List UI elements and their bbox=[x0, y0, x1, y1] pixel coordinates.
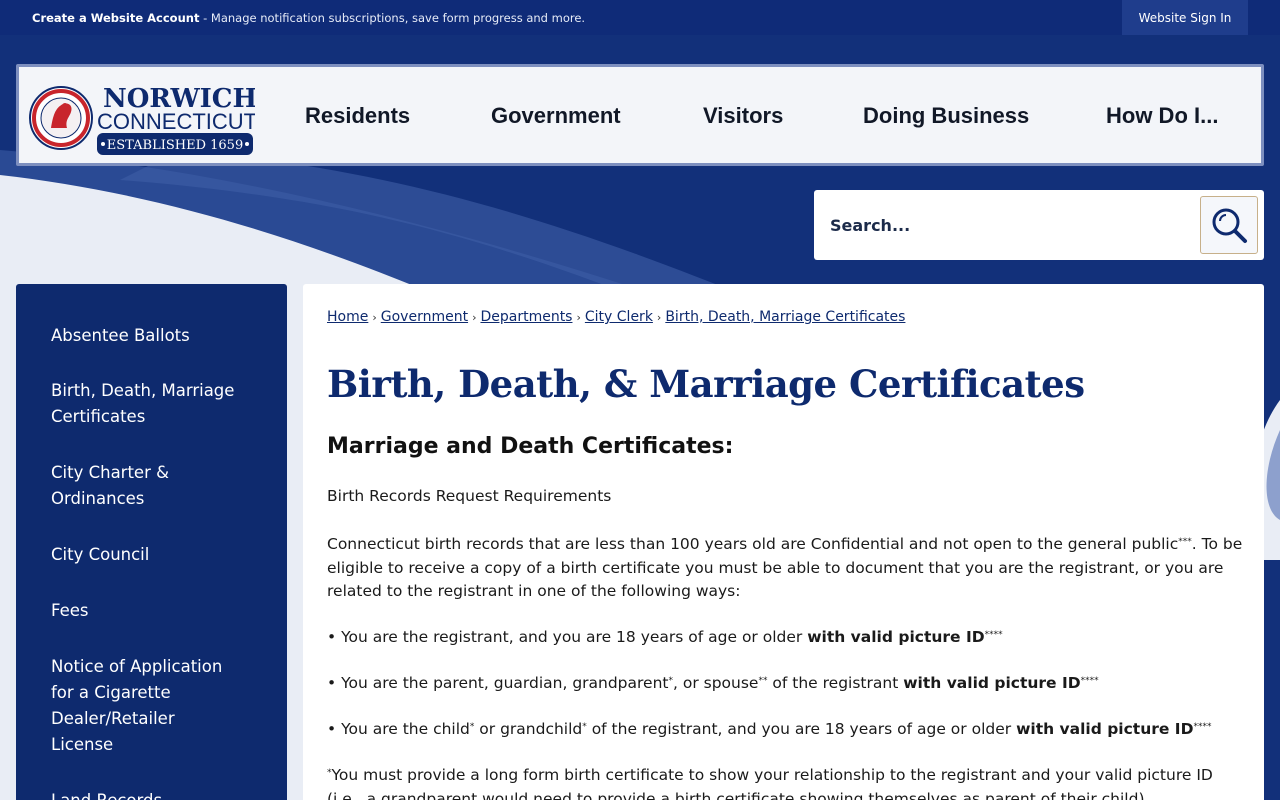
footnote-long-form: *You must provide a long form birth cert… bbox=[327, 766, 1213, 800]
sidebar-item-fees[interactable]: Fees bbox=[51, 598, 251, 624]
search-icon bbox=[1212, 208, 1247, 243]
top-utility-bar: Create a Website Account - Manage notifi… bbox=[0, 0, 1280, 35]
sidebar-item-land-records[interactable]: Land Records bbox=[51, 788, 251, 800]
nav-doing-business[interactable]: Doing Business bbox=[863, 103, 1029, 129]
nav-visitors[interactable]: Visitors bbox=[703, 103, 783, 129]
page-title: Birth, Death, & Marriage Certificates bbox=[327, 362, 1085, 406]
nav-how-do-i[interactable]: How Do I... bbox=[1106, 103, 1218, 129]
breadcrumb-home[interactable]: Home bbox=[327, 309, 368, 325]
logo-line-2: CONNECTICUT bbox=[97, 109, 255, 134]
bullet-registrant: • You are the registrant, and you are 18… bbox=[327, 628, 1003, 646]
breadcrumb-government[interactable]: Government bbox=[381, 309, 468, 325]
site-header: NORWICH CONNECTICUT ESTABLISHED 1659 Res… bbox=[16, 64, 1264, 166]
section-heading: Marriage and Death Certificates: bbox=[327, 434, 734, 459]
paragraph-requirements: Birth Records Request Requirements bbox=[327, 487, 612, 505]
nav-residents[interactable]: Residents bbox=[305, 103, 410, 129]
bullet-child: • You are the child* or grandchild* of t… bbox=[327, 720, 1212, 738]
create-account-link[interactable]: Create a Website Account bbox=[32, 11, 199, 25]
sidebar-item-cigarette-license[interactable]: Notice of Application for a Cigarette De… bbox=[51, 654, 231, 758]
breadcrumb-city-clerk[interactable]: City Clerk bbox=[585, 309, 653, 325]
sidebar-item-city-council[interactable]: City Council bbox=[51, 542, 251, 568]
bullet-parent: • You are the parent, guardian, grandpar… bbox=[327, 674, 1099, 692]
sidebar-item-absentee-ballots[interactable]: Absentee Ballots bbox=[51, 323, 251, 349]
search-box bbox=[814, 190, 1264, 260]
breadcrumb: Home › Government › Departments › City Clerk › B… bbox=[327, 309, 906, 325]
paragraph-confidential: Connecticut birth records that are less … bbox=[327, 535, 1243, 600]
search-input[interactable] bbox=[830, 208, 1190, 242]
sidebar-item-certificates[interactable]: Birth, Death, Marriage Certificates bbox=[51, 378, 251, 430]
nav-government[interactable]: Government bbox=[491, 103, 621, 129]
sidebar-item-city-charter[interactable]: City Charter & Ordinances bbox=[51, 460, 251, 512]
norwich-logo[interactable]: NORWICH CONNECTICUT ESTABLISHED 1659 bbox=[27, 72, 257, 162]
account-description: - Manage notification subscriptions, sav… bbox=[199, 11, 586, 25]
account-notice: Create a Website Account - Manage notifi… bbox=[32, 11, 585, 25]
logo-line-3: ESTABLISHED 1659 bbox=[107, 138, 243, 153]
website-sign-in-button[interactable]: Website Sign In bbox=[1122, 0, 1248, 35]
breadcrumb-current[interactable]: Birth, Death, Marriage Certificates bbox=[665, 309, 905, 325]
sidebar-nav: Absentee Ballots Birth, Death, Marriage … bbox=[16, 284, 287, 800]
breadcrumb-departments[interactable]: Departments bbox=[480, 309, 572, 325]
search-button[interactable] bbox=[1200, 196, 1258, 254]
main-content: Home › Government › Departments › City Clerk › B… bbox=[303, 284, 1264, 800]
